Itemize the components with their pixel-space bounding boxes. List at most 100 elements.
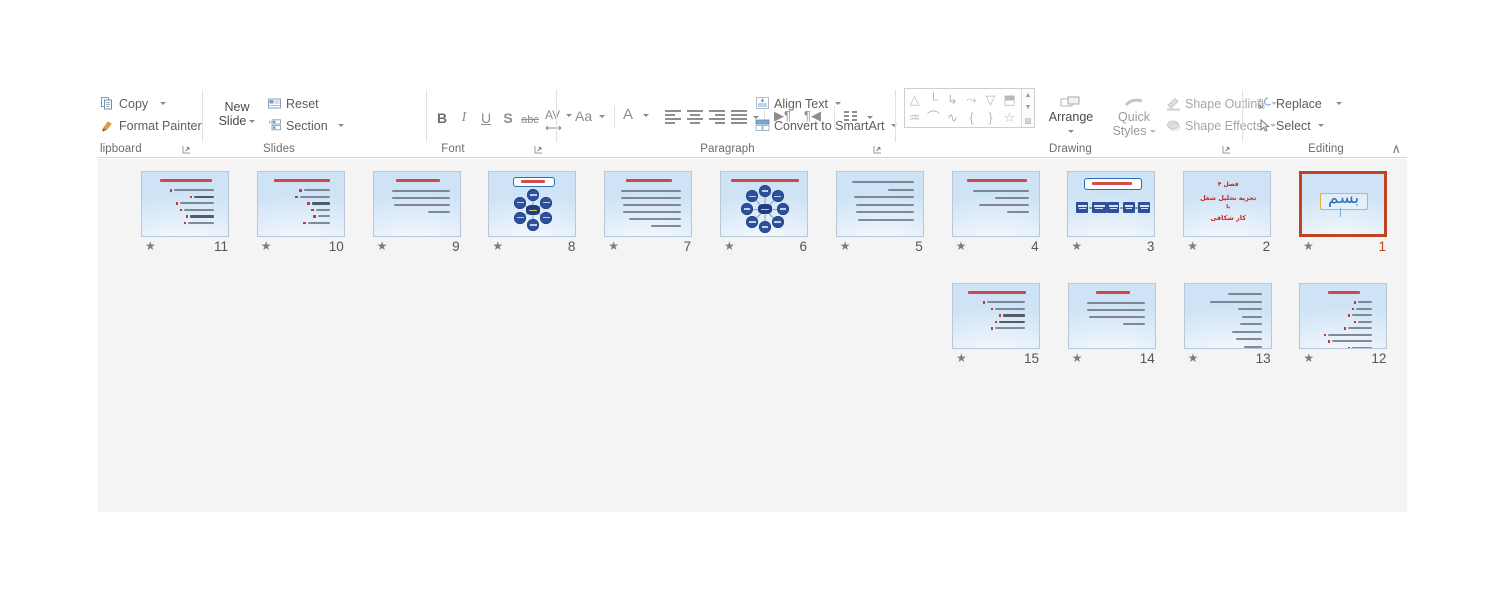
quick-styles-button[interactable]: Quick Styles bbox=[1105, 96, 1163, 138]
slide-thumbnail[interactable] bbox=[1299, 283, 1388, 349]
shape-glyph-3[interactable]: { bbox=[964, 110, 979, 125]
arrange-button[interactable]: Arrange bbox=[1040, 96, 1102, 138]
slide-thumbnail[interactable] bbox=[1067, 171, 1156, 237]
shape-glyph-4[interactable]: } bbox=[983, 110, 998, 125]
animation-star-icon[interactable]: ★ bbox=[840, 240, 851, 252]
drawing-dialog-launcher[interactable] bbox=[1222, 145, 1231, 154]
animation-star-icon[interactable]: ★ bbox=[377, 240, 388, 252]
shape-glyph-1[interactable]: ⌒ bbox=[926, 110, 941, 125]
slide-thumbnail-item[interactable]: فصل ۴ تجزیه تحلیل شغل یا کار شکافی ★ 2 bbox=[1183, 171, 1272, 258]
shape-glyph-1[interactable]: └ bbox=[926, 92, 941, 107]
slide-thumbnail-item[interactable]: ★ 4 bbox=[951, 171, 1040, 258]
bold-button[interactable]: B bbox=[433, 109, 451, 127]
copy-button[interactable]: Copy bbox=[100, 96, 167, 111]
shape-glyph-0[interactable]: ♒ bbox=[907, 110, 922, 125]
slide-thumbnail-item[interactable]: ★ 7 bbox=[604, 171, 693, 258]
copy-dropdown-caret[interactable] bbox=[160, 102, 167, 105]
underline-button[interactable]: U bbox=[477, 109, 495, 127]
shape-glyph-5[interactable]: ⬒ bbox=[1002, 92, 1017, 107]
justify-button[interactable] bbox=[731, 110, 747, 124]
shapes-row-1[interactable]: △ └ ↳ ⤳ ▽ ⬒ bbox=[905, 90, 1034, 108]
slide-thumbnail[interactable] bbox=[141, 171, 229, 237]
slide-thumbnail-item[interactable]: ★ 3 bbox=[1067, 171, 1156, 258]
animation-star-icon[interactable]: ★ bbox=[1071, 240, 1082, 252]
slide-thumbnail-item[interactable]: ★ 6 bbox=[720, 171, 808, 258]
slide-thumbnail-item[interactable]: ★ 14 bbox=[1067, 283, 1156, 370]
italic-button[interactable]: I bbox=[455, 109, 473, 127]
shapes-row-2[interactable]: ♒ ⌒ ∿ {} ☆ bbox=[905, 108, 1034, 126]
font-dialog-launcher[interactable] bbox=[534, 145, 543, 154]
arrange-dropdown-caret[interactable] bbox=[1068, 130, 1074, 134]
slide-thumbnail[interactable]: فصل ۴ تجزیه تحلیل شغل یا کار شکافی bbox=[1183, 171, 1272, 237]
slide-thumbnail[interactable] bbox=[720, 171, 808, 237]
slide-thumbnail[interactable] bbox=[256, 171, 345, 237]
slide-chapter-line: تجزیه تحلیل شغل bbox=[1200, 194, 1257, 202]
animation-star-icon[interactable]: ★ bbox=[956, 352, 967, 364]
slide-thumbnail[interactable] bbox=[1067, 283, 1156, 349]
animation-star-icon[interactable]: ★ bbox=[1303, 352, 1314, 364]
ribbon-group-clipboard: Copy Format Painter lipboard bbox=[98, 88, 203, 158]
strikethrough-button[interactable]: abc bbox=[519, 111, 541, 129]
animation-star-icon[interactable]: ★ bbox=[1303, 240, 1314, 252]
shapes-gallery-more-icon[interactable]: ▧ bbox=[1022, 114, 1034, 127]
quick-styles-dropdown-caret[interactable] bbox=[1149, 129, 1156, 133]
slide-text-line bbox=[651, 225, 682, 227]
collapse-ribbon-button[interactable]: ∧ bbox=[1391, 141, 1401, 157]
shape-glyph-2[interactable]: ∿ bbox=[945, 110, 960, 125]
shape-glyph-2[interactable]: ↳ bbox=[945, 92, 960, 107]
shape-glyph-3[interactable]: ⤳ bbox=[964, 92, 979, 107]
convert-to-smartart-button[interactable]: Convert to SmartArt bbox=[755, 118, 898, 133]
slide-thumbnail-item[interactable]: ★ 15 bbox=[952, 283, 1040, 370]
align-center-button[interactable] bbox=[687, 110, 703, 124]
slide-thumbnail-item[interactable]: ★ 11 bbox=[141, 171, 229, 258]
slide-thumbnail[interactable] bbox=[835, 171, 924, 237]
shapes-gallery[interactable]: △ └ ↳ ⤳ ▽ ⬒ ♒ ⌒ ∿ {} ☆ ▲ ▼ ▧ bbox=[904, 88, 1035, 128]
slide-thumbnail[interactable] bbox=[488, 171, 577, 237]
slide-thumbnail[interactable] bbox=[604, 171, 693, 237]
slide-thumbnail[interactable] bbox=[1183, 283, 1272, 349]
animation-star-icon[interactable]: ★ bbox=[956, 240, 967, 252]
reset-button[interactable]: Reset bbox=[267, 96, 319, 111]
slide-thumbnail-selected[interactable]: بسم bbox=[1299, 171, 1387, 237]
select-button[interactable]: Select bbox=[1257, 118, 1324, 133]
slide-thumbnail-item[interactable]: ★ 9 bbox=[372, 171, 461, 258]
new-slide-dropdown-caret[interactable] bbox=[249, 119, 256, 123]
slide-thumbnail-item[interactable]: ★ 10 bbox=[256, 171, 345, 258]
animation-star-icon[interactable]: ★ bbox=[1188, 352, 1199, 364]
replace-dropdown-caret[interactable] bbox=[1335, 102, 1342, 105]
text-shadow-button[interactable]: S bbox=[499, 109, 517, 127]
animation-star-icon[interactable]: ★ bbox=[261, 240, 272, 252]
animation-star-icon[interactable]: ★ bbox=[608, 240, 619, 252]
format-painter-button[interactable]: Format Painter bbox=[100, 118, 202, 133]
slide-thumbnail[interactable] bbox=[952, 283, 1040, 349]
align-text-caret[interactable] bbox=[834, 102, 841, 105]
shapes-scroll-down-icon[interactable]: ▼ bbox=[1022, 102, 1034, 115]
animation-star-icon[interactable]: ★ bbox=[724, 240, 735, 252]
slide-thumbnail-item[interactable]: بسم ★ 1 bbox=[1299, 171, 1387, 258]
animation-star-icon[interactable]: ★ bbox=[492, 240, 503, 252]
animation-star-icon[interactable]: ★ bbox=[1072, 352, 1083, 364]
animation-star-icon[interactable]: ★ bbox=[145, 240, 156, 252]
clipboard-dialog-launcher[interactable] bbox=[182, 145, 191, 154]
slide-thumbnail-item[interactable]: ★ 12 bbox=[1299, 283, 1388, 370]
shapes-scroll-up-icon[interactable]: ▲ bbox=[1022, 89, 1034, 102]
shapes-gallery-scrollbar[interactable]: ▲ ▼ ▧ bbox=[1021, 89, 1034, 127]
slide-thumbnail[interactable] bbox=[372, 171, 461, 237]
align-left-button[interactable] bbox=[665, 110, 681, 124]
slide-thumbnail-item[interactable]: ★ 5 bbox=[835, 171, 924, 258]
shape-glyph-4[interactable]: ▽ bbox=[983, 92, 998, 107]
shape-glyph-0[interactable]: △ bbox=[907, 92, 922, 107]
slide-sorter-pane[interactable]: ★ 11 ★ 10 ★ 9 ★ 8 ★ 7 ★ 6 ★ 5 ★ 4 ★ 3 فصل ۴ تجزیه تحلیل شغل… bbox=[98, 159, 1407, 512]
replace-button[interactable]: ab ac Replace bbox=[1257, 96, 1342, 111]
slide-thumbnail[interactable] bbox=[951, 171, 1040, 237]
slide-thumbnail-item[interactable]: ★ 8 bbox=[488, 171, 577, 258]
select-dropdown-caret[interactable] bbox=[1317, 124, 1324, 127]
slide-title-text bbox=[968, 291, 1026, 294]
new-slide-button[interactable]: New Slide bbox=[213, 100, 261, 128]
animation-star-icon[interactable]: ★ bbox=[1187, 240, 1198, 252]
slide-thumbnail-item[interactable]: ★ 13 bbox=[1183, 283, 1272, 370]
align-text-button[interactable]: Align Text bbox=[755, 96, 841, 111]
paragraph-dialog-launcher[interactable] bbox=[873, 145, 882, 154]
align-right-button[interactable] bbox=[709, 110, 725, 124]
shape-glyph-5[interactable]: ☆ bbox=[1002, 110, 1017, 125]
